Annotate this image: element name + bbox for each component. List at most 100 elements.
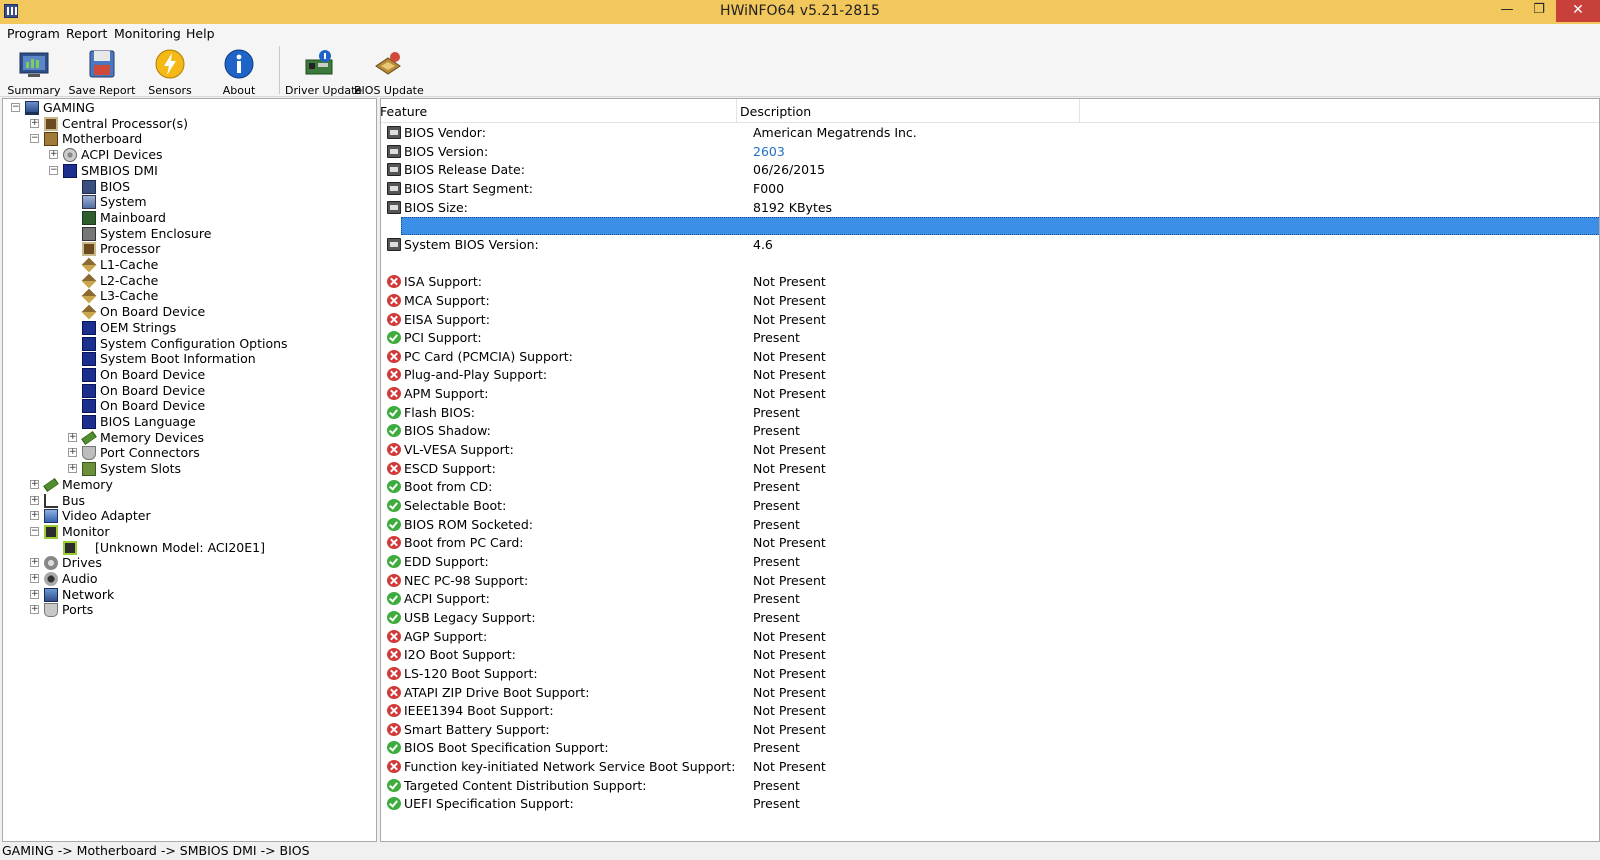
tree-item[interactable]: BIOS — [3, 179, 373, 195]
collapse-icon[interactable]: − — [49, 165, 58, 175]
tree-item[interactable]: L2-Cache — [3, 273, 373, 289]
list-row[interactable]: LS-120 Boot Support: Not Present — [381, 664, 1599, 683]
tree-item[interactable]: Processor — [3, 241, 373, 257]
list-row[interactable]: PCI Support: Present — [381, 328, 1599, 347]
list-row[interactable]: USB Legacy Support: Present — [381, 608, 1599, 627]
expand-icon[interactable]: + — [30, 495, 39, 505]
header-feature[interactable]: Feature — [381, 104, 427, 119]
close-button[interactable]: ✕ — [1556, 0, 1600, 22]
tree-item[interactable]: [Unknown Model: ACI20E1] — [3, 540, 373, 556]
expand-icon[interactable]: + — [68, 432, 77, 442]
tree-item[interactable]: Mainboard — [3, 210, 373, 226]
tree-item[interactable]: + System Slots — [3, 461, 373, 477]
expand-icon[interactable]: + — [30, 479, 39, 489]
list-row[interactable]: BIOS Release Date: 06/26/2015 — [381, 160, 1599, 179]
list-row[interactable] — [381, 254, 1599, 273]
list-row[interactable]: IEEE1394 Boot Support: Not Present — [381, 701, 1599, 720]
list-row[interactable]: Smart Battery Support: Not Present — [381, 720, 1599, 739]
about-button[interactable]: About — [205, 46, 273, 97]
list-row[interactable]: BIOS Start Segment: F000 — [381, 179, 1599, 198]
list-row[interactable]: MCA Support: Not Present — [381, 291, 1599, 310]
tree-item[interactable]: − SMBIOS DMI — [3, 163, 373, 179]
bios-update-button[interactable]: BIOS Update — [354, 46, 424, 97]
tree-item[interactable]: − Motherboard — [3, 131, 373, 147]
save-report-button[interactable]: Save Report — [68, 46, 136, 97]
tree-item[interactable]: System Boot Information — [3, 351, 373, 367]
sensors-button[interactable]: Sensors — [136, 46, 204, 97]
tree-item[interactable]: L1-Cache — [3, 257, 373, 273]
list-row[interactable]: Targeted Content Distribution Support: Pr… — [381, 776, 1599, 795]
minimize-button[interactable]: — — [1490, 0, 1524, 22]
tree-item[interactable]: On Board Device — [3, 398, 373, 414]
expand-icon[interactable]: + — [49, 150, 58, 160]
list-row[interactable]: UEFI Specification Support: Present — [381, 794, 1599, 813]
header-description[interactable]: Description — [740, 104, 811, 119]
device-tree[interactable]: − GAMING + Central Processor(s) − Motherboard… — [2, 98, 377, 842]
tree-item[interactable]: BIOS Language — [3, 414, 373, 430]
menu-monitoring[interactable]: Monitoring — [114, 26, 181, 41]
summary-button[interactable]: Summary — [0, 46, 68, 97]
expand-icon[interactable]: + — [68, 448, 77, 458]
list-row[interactable]: NEC PC-98 Support: Not Present — [381, 571, 1599, 590]
driver-update-button[interactable]: Driver Update — [285, 46, 362, 97]
maximize-button[interactable]: ❐ — [1522, 0, 1556, 22]
menu-help[interactable]: Help — [186, 26, 215, 41]
tree-item[interactable]: System — [3, 194, 373, 210]
tree-item[interactable]: + Video Adapter — [3, 508, 373, 524]
expand-icon[interactable]: + — [30, 574, 39, 583]
tree-item[interactable]: + Memory Devices — [3, 430, 373, 446]
list-row[interactable]: Function key-initiated Network Service B… — [381, 757, 1599, 776]
collapse-icon[interactable]: − — [30, 134, 39, 144]
tree-item[interactable]: On Board Device — [3, 367, 373, 383]
list-row[interactable]: Selectable Boot: Present — [381, 496, 1599, 515]
description-link[interactable]: 2603 — [753, 142, 785, 161]
list-row[interactable]: BIOS Vendor: American Megatrends Inc. — [381, 123, 1599, 142]
list-row[interactable]: BIOS Boot Specification Support: Present — [381, 738, 1599, 757]
tree-item[interactable]: + Drives — [3, 555, 373, 571]
menu-report[interactable]: Report — [66, 26, 107, 41]
tree-item[interactable]: + Network — [3, 587, 373, 603]
menu-program[interactable]: Program — [7, 26, 60, 41]
list-row[interactable]: Plug-and-Play Support: Not Present — [381, 365, 1599, 384]
list-row[interactable]: BIOS ROM Socketed: Present — [381, 515, 1599, 534]
tree-item[interactable]: + Audio — [3, 571, 373, 587]
expand-icon[interactable]: + — [30, 558, 39, 568]
expand-icon[interactable]: + — [30, 511, 39, 521]
list-row[interactable]: ATAPI ZIP Drive Boot Support: Not Present — [381, 683, 1599, 702]
list-row[interactable]: Boot from PC Card: Not Present — [381, 533, 1599, 552]
expand-icon[interactable]: + — [68, 464, 77, 474]
tree-item[interactable]: + Port Connectors — [3, 445, 373, 461]
list-row[interactable]: ESCD Support: Not Present — [381, 459, 1599, 478]
collapse-icon[interactable]: − — [30, 526, 39, 536]
tree-item[interactable]: + ACPI Devices — [3, 147, 373, 163]
tree-item[interactable]: System Enclosure — [3, 226, 373, 242]
tree-item[interactable]: − GAMING — [3, 100, 373, 116]
list-row[interactable]: Flash BIOS: Present — [381, 403, 1599, 422]
tree-item[interactable]: + Memory — [3, 477, 373, 493]
tree-item[interactable]: On Board Device — [3, 383, 373, 399]
list-row[interactable]: BIOS Version: 2603 — [381, 142, 1599, 161]
details-list[interactable]: Feature Description BIOS Vendor: American… — [380, 98, 1600, 842]
expand-icon[interactable]: + — [30, 605, 39, 615]
tree-item[interactable]: OEM Strings — [3, 320, 373, 336]
list-row[interactable]: I2O Boot Support: Not Present — [381, 645, 1599, 664]
list-row[interactable]: BIOS Shadow: Present — [381, 421, 1599, 440]
tree-item[interactable]: + Ports — [3, 602, 373, 618]
list-row[interactable]: AGP Support: Not Present — [381, 627, 1599, 646]
tree-item[interactable]: On Board Device — [3, 304, 373, 320]
list-row[interactable]: EISA Support: Not Present — [381, 310, 1599, 329]
column-divider[interactable] — [736, 99, 737, 123]
selected-row[interactable] — [401, 216, 1599, 235]
expand-icon[interactable]: + — [30, 589, 39, 599]
list-row[interactable]: System BIOS Version: 4.6 — [381, 235, 1599, 254]
list-row[interactable]: EDD Support: Present — [381, 552, 1599, 571]
list-row[interactable]: APM Support: Not Present — [381, 384, 1599, 403]
list-row[interactable]: ISA Support: Not Present — [381, 272, 1599, 291]
column-divider[interactable] — [1079, 99, 1080, 123]
tree-item[interactable]: + Bus — [3, 493, 373, 509]
tree-item[interactable]: L3-Cache — [3, 288, 373, 304]
tree-item[interactable]: + Central Processor(s) — [3, 116, 373, 132]
list-row[interactable]: ACPI Support: Present — [381, 589, 1599, 608]
list-row[interactable]: BIOS Size: 8192 KBytes — [381, 198, 1599, 217]
list-row[interactable]: PC Card (PCMCIA) Support: Not Present — [381, 347, 1599, 366]
